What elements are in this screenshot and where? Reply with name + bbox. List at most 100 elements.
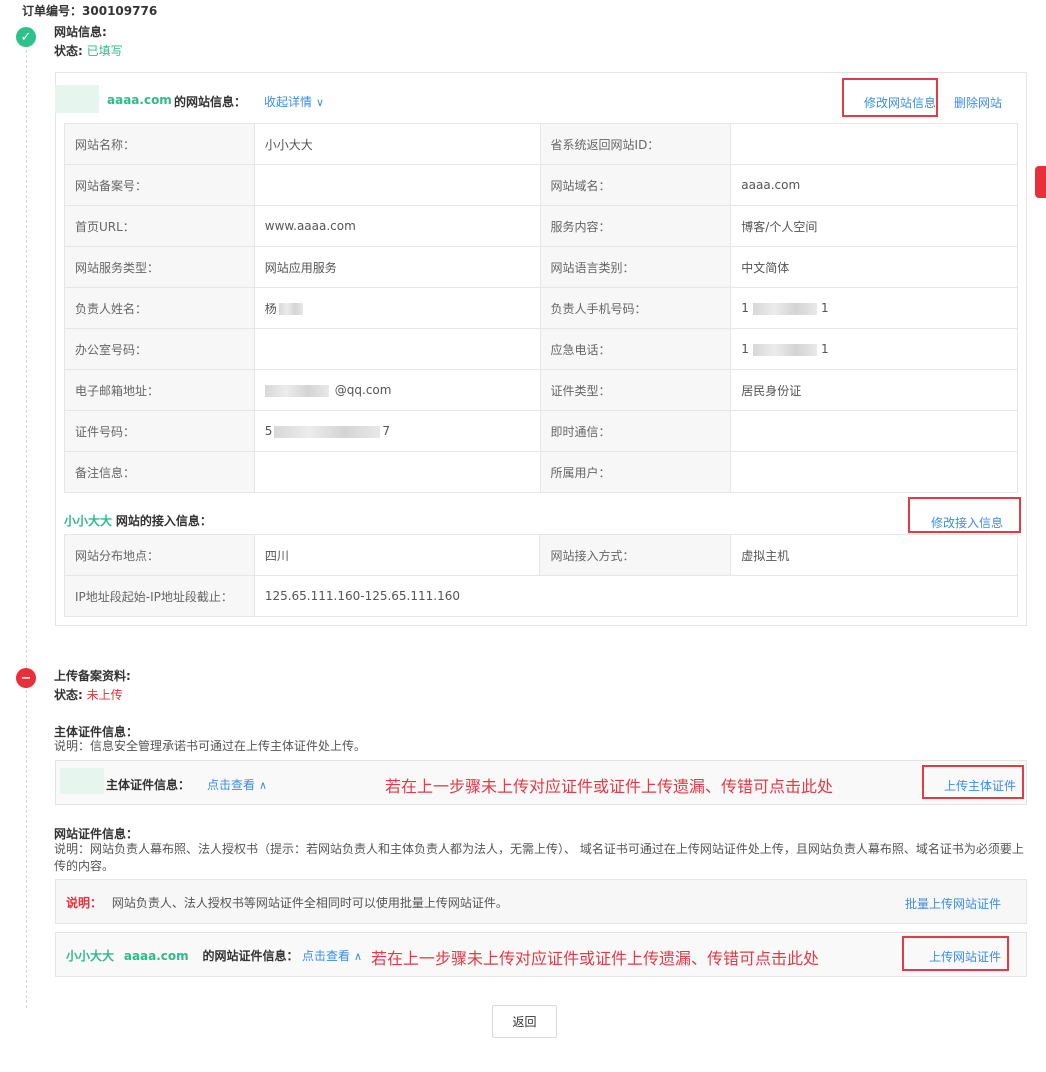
- field-value: 网站应用服务: [253, 246, 541, 288]
- upload-site-cert-button[interactable]: 上传网站证件: [929, 948, 1001, 965]
- chevron-up-icon: ∧: [259, 779, 268, 792]
- field-label: 服务内容：: [539, 205, 732, 247]
- field-label: 应急电话：: [539, 328, 732, 370]
- subject-view-label: 点击查看: [207, 778, 256, 792]
- site-info-label: 的网站信息：: [174, 95, 247, 109]
- note-label: 说明：: [66, 896, 103, 910]
- field-value: aaaa.com: [730, 164, 1018, 206]
- annotation-text: 若在上一步骤未上传对应证件或证件上传遗漏、传错可点击此处: [385, 777, 834, 796]
- redacted-text: [752, 302, 817, 315]
- field-label: 网站域名：: [539, 164, 732, 206]
- access-site-name: 小小大大: [64, 514, 113, 528]
- field-label: 网站分布地点：: [64, 534, 255, 576]
- phone-end: 1: [820, 342, 829, 356]
- field-label: 网站服务类型：: [64, 246, 255, 288]
- field-label: 网站接入方式：: [539, 534, 732, 576]
- cert-view-label: 点击查看: [302, 949, 351, 963]
- chevron-up-icon: ∧: [354, 950, 363, 963]
- timeline-line: [26, 40, 27, 1008]
- cert-view-link[interactable]: 点击查看 ∧: [302, 947, 362, 964]
- field-value: 博客/个人空间: [730, 205, 1018, 247]
- access-info-heading: 小小大大 网站的接入信息：: [64, 512, 212, 529]
- field-label: 证件号码：: [64, 410, 255, 452]
- subject-cert-desc: 说明：信息安全管理承诺书可通过在上传主体证件处上传。: [54, 739, 367, 753]
- chevron-up-icon: ∨: [316, 96, 325, 109]
- field-value: 杨: [253, 287, 541, 329]
- field-label: IP地址段起始-IP地址段截止：: [64, 575, 255, 617]
- field-label: 网站语言类别：: [539, 246, 732, 288]
- redacted-text: [278, 303, 303, 315]
- cert-site-domain: aaaa.com: [123, 949, 189, 963]
- field-value: 中文简体: [730, 246, 1018, 288]
- table-row: 网站名称： 小小大大 省系统返回网站ID：: [64, 123, 1018, 165]
- table-row: 网站分布地点： 四川 网站接入方式： 虚拟主机: [64, 534, 1018, 576]
- field-value: 虚拟主机: [730, 534, 1018, 576]
- field-value: [253, 451, 541, 493]
- table-row: 证件号码： 57 即时通信：: [64, 410, 1018, 452]
- upload-subject-cert-button[interactable]: 上传主体证件: [944, 777, 1016, 794]
- upload-status: 状态: 未上传: [54, 686, 123, 703]
- subject-cert-label: 主体证件信息：: [106, 778, 191, 792]
- cert-label: 的网站证件信息：: [202, 949, 299, 963]
- side-feedback-tab[interactable]: [1035, 166, 1046, 198]
- field-value: [730, 410, 1018, 452]
- table-row: 网站备案号： 网站域名： aaaa.com: [64, 164, 1018, 206]
- edit-access-info-button[interactable]: 修改接入信息: [931, 514, 1003, 531]
- field-value: 11: [730, 287, 1018, 329]
- status-badge: 已填写: [86, 44, 123, 58]
- table-row: IP地址段起始-IP地址段截止： 125.65.111.160-125.65.1…: [64, 575, 1019, 617]
- field-label: 即时通信：: [539, 410, 732, 452]
- table-row: 电子邮箱地址： @qq.com 证件类型： 居民身份证: [64, 369, 1018, 411]
- access-label: 网站的接入信息：: [115, 514, 212, 528]
- field-label: 所属用户：: [539, 451, 732, 493]
- field-value: 居民身份证: [730, 369, 1018, 411]
- field-label: 证件类型：: [539, 369, 732, 411]
- site-cert-heading: 小小大大 aaaa.com 的网站证件信息：: [66, 947, 299, 964]
- table-row: 网站服务类型： 网站应用服务 网站语言类别： 中文简体: [64, 246, 1018, 288]
- field-value: [253, 328, 541, 370]
- check-icon: ✓: [16, 27, 36, 47]
- field-label: 负责人手机号码：: [539, 287, 732, 329]
- field-label: 首页URL：: [64, 205, 255, 247]
- redacted-text: [752, 343, 817, 356]
- cert-site-name: 小小大大: [66, 949, 115, 963]
- section-title-upload: 上传备案资料:: [54, 669, 131, 683]
- order-label: 订单编号：: [22, 4, 83, 18]
- note-text: 网站负责人、法人授权书等网站证件全相同时可以使用批量上传网站证件。: [111, 896, 508, 910]
- section-title-site-info: 网站信息:: [54, 25, 107, 39]
- delete-site-button[interactable]: 删除网站: [954, 94, 1002, 111]
- table-row: 办公室号码： 应急电话： 11: [64, 328, 1018, 370]
- order-number: 订单编号：300109776: [22, 2, 157, 19]
- site-cert-desc: 说明：网站负责人幕布照、法人授权书（提示：若网站负责人和主体负责人都为法人，无需…: [54, 842, 1024, 873]
- access-info-table: 网站分布地点： 四川 网站接入方式： 虚拟主机 IP地址段起始-IP地址段截止：…: [64, 534, 1019, 617]
- table-row: 负责人姓名： 杨 负责人手机号码： 11: [64, 287, 1018, 329]
- minus-icon: −: [16, 668, 36, 688]
- contact-name-visible: 杨: [264, 301, 277, 316]
- field-value: [730, 123, 1018, 165]
- field-label: 网站备案号：: [64, 164, 255, 206]
- back-button[interactable]: 返回: [492, 1005, 557, 1038]
- field-value: www.aaaa.com: [253, 205, 541, 247]
- field-value: 125.65.111.160-125.65.111.160: [253, 575, 1019, 617]
- subject-view-link[interactable]: 点击查看 ∧: [207, 776, 267, 793]
- site-info-table: 网站名称： 小小大大 省系统返回网站ID： 网站备案号： 网站域名： aaaa.…: [64, 123, 1018, 493]
- redacted-text: [274, 425, 381, 438]
- field-value: 小小大大: [253, 123, 541, 165]
- masked-subject-name: [60, 768, 104, 794]
- table-row: 首页URL： www.aaaa.com 服务内容： 博客/个人空间: [64, 205, 1018, 247]
- field-label: 电子邮箱地址：: [64, 369, 255, 411]
- masked-site-name: [55, 85, 99, 113]
- phone-start: 1: [741, 301, 749, 315]
- table-row: 备注信息： 所属用户：: [64, 451, 1018, 493]
- batch-upload-link[interactable]: 批量上传网站证件: [905, 895, 1001, 912]
- field-label: 网站名称：: [64, 123, 255, 165]
- collapse-details-link[interactable]: 收起详情 ∨: [264, 93, 324, 110]
- site-info-status: 状态: 已填写: [54, 42, 123, 59]
- field-label: 办公室号码：: [64, 328, 255, 370]
- id-start: 5: [264, 424, 273, 438]
- field-value: 57: [253, 410, 541, 452]
- redacted-text: [264, 384, 329, 397]
- phone-end: 1: [820, 301, 829, 315]
- edit-site-info-button[interactable]: 修改网站信息: [864, 94, 936, 111]
- field-value: 11: [730, 328, 1018, 370]
